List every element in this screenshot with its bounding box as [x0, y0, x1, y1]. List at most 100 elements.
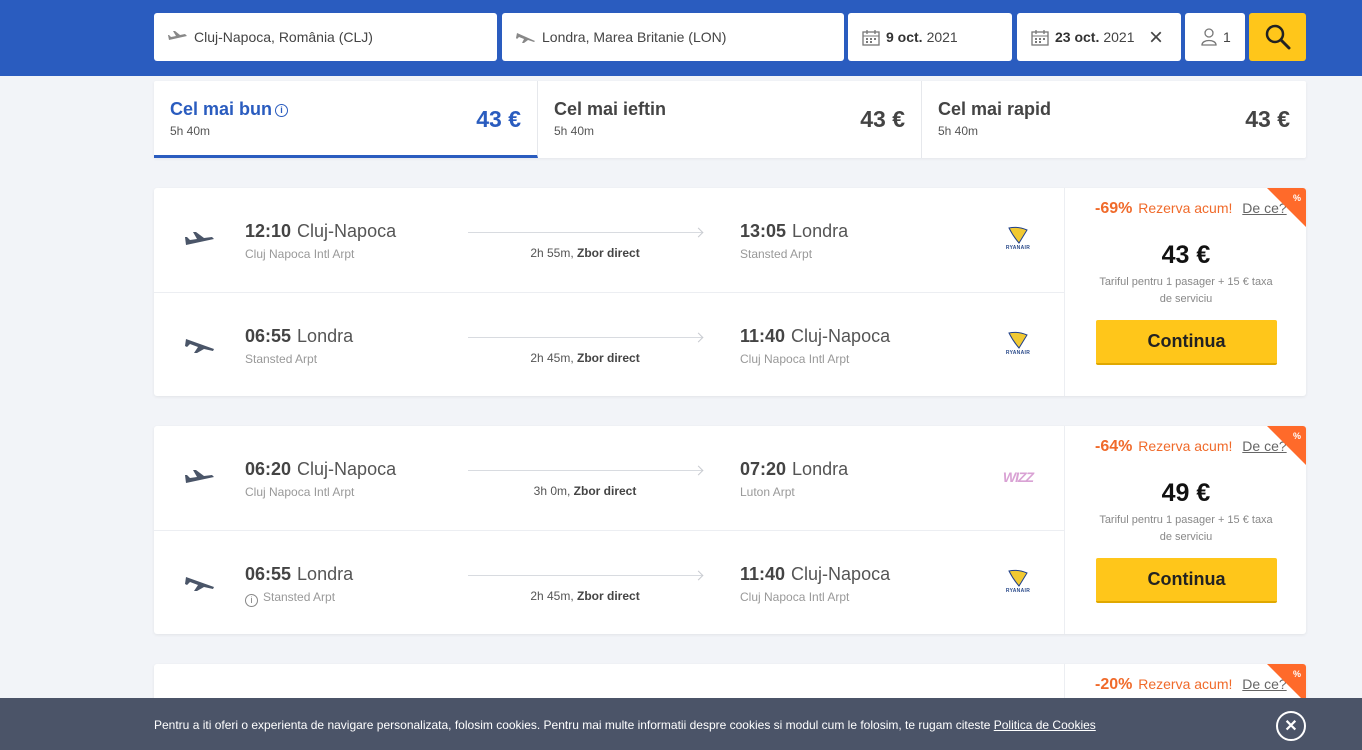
airline-name: RYANAIR [1005, 245, 1031, 251]
arrival-airport: Stansted Arpt [740, 247, 813, 261]
reserve-now-label: Rezerva acum! [1138, 200, 1233, 216]
arrival-airport: Cluj Napoca Intl Arpt [740, 352, 850, 366]
arrival-airport: Luton Arpt [740, 485, 795, 499]
destination-field[interactable]: Londra, Marea Britanie (LON) [502, 13, 844, 61]
route-arrow [468, 470, 702, 471]
dep-time-value: 06:20 [245, 459, 292, 479]
calendar-icon [1031, 29, 1049, 46]
person-icon [1201, 28, 1217, 46]
departure-time: 12:10 Cluj-Napoca [245, 221, 396, 242]
destination-value: Londra, Marea Britanie (LON) [542, 29, 727, 45]
arr-city: Londra [792, 459, 849, 479]
tab-best-title: Cel mai bun i [170, 99, 289, 120]
tab-cheapest-label: Cel mai ieftin [554, 99, 667, 119]
airline-logo: RYANAIR [1000, 569, 1036, 599]
return-leg: 06:55 Londra i Stansted Arpt 2h 45m, Zbor … [154, 530, 1064, 634]
discount-line: -20% Rezerva acum! De ce? [1095, 676, 1287, 694]
depart-date-field[interactable]: 9 oct. 2021 [848, 13, 1012, 61]
arrival-plane-icon [516, 31, 536, 43]
origin-value: Cluj-Napoca, România (CLJ) [194, 29, 373, 45]
flight-type: Zbor direct [577, 246, 640, 260]
flight-type: Zbor direct [573, 484, 637, 498]
wizz-logo: WIZZ [1002, 469, 1034, 485]
passenger-count: 1 [1223, 29, 1231, 45]
fare-note: Tariful pentru 1 pasager + 15 € taxa de … [1099, 514, 1273, 543]
search-header: Cluj-Napoca, România (CLJ) Londra, Marea… [0, 0, 1362, 76]
outbound-leg: 12:10 Cluj-Napoca Cluj Napoca Intl Arpt 2… [154, 188, 1064, 292]
departure-airport: Cluj Napoca Intl Arpt [245, 485, 355, 499]
departure-airport: Stansted Arpt [245, 352, 318, 366]
return-date-year: 2021 [1103, 29, 1135, 45]
depart-date-day: 9 oct. [886, 29, 923, 45]
arrival-plane-icon [185, 339, 214, 353]
arrival-time: 13:05 Londra [740, 221, 848, 242]
return-date-field[interactable]: 23 oct. 2021 × [1017, 13, 1181, 61]
cookie-message: Pentru a iti oferi o experienta de navig… [154, 718, 1096, 732]
discount-corner-badge: % [1267, 426, 1306, 466]
tab-cheapest[interactable]: Cel mai ieftin 5h 40m 43 € [538, 81, 922, 158]
ryanair-harp-icon [1008, 226, 1028, 244]
percent-icon: % [1292, 669, 1301, 679]
dep-city: Londra [297, 326, 354, 346]
tab-best-price: 43 € [476, 106, 521, 132]
arr-time-value: 13:05 [740, 221, 787, 241]
flight-duration: 2h 55m, Zbor direct [468, 246, 702, 260]
tab-best-label: Cel mai bun [170, 99, 273, 119]
departure-airport: Cluj Napoca Intl Arpt [245, 247, 355, 261]
reserve-now-label: Rezerva acum! [1138, 676, 1233, 692]
dep-time-value: 06:55 [245, 326, 292, 346]
departure-plane-icon [168, 31, 188, 43]
departure-plane-icon [185, 470, 214, 483]
duration-value: 2h 45m, [530, 351, 574, 365]
discount-percent: -64% [1095, 438, 1133, 455]
tab-fastest-price: 43 € [1245, 106, 1290, 132]
info-icon[interactable]: i [275, 103, 289, 117]
cookie-policy-link[interactable]: Politica de Cookies [994, 718, 1096, 732]
arr-city: Cluj-Napoca [791, 564, 891, 584]
flight-result-card: 12:10 Cluj-Napoca Cluj Napoca Intl Arpt 2… [154, 188, 1306, 396]
return-date-day: 23 oct. [1055, 29, 1100, 45]
tab-fastest[interactable]: Cel mai rapid 5h 40m 43 € [922, 81, 1306, 158]
tab-cheapest-duration: 5h 40m [554, 124, 595, 138]
sort-tabs: Cel mai bun i 5h 40m 43 € Cel mai ieftin … [154, 81, 1306, 158]
cookie-text: Pentru a iti oferi o experienta de navig… [154, 718, 994, 732]
total-price: 49 € [1161, 479, 1211, 507]
tab-fastest-label: Cel mai rapid [938, 99, 1052, 119]
duration-value: 3h 0m, [533, 484, 571, 498]
tab-cheapest-price: 43 € [860, 106, 905, 132]
arrival-time: 07:20 Londra [740, 459, 848, 480]
search-icon [1265, 24, 1290, 50]
passengers-field[interactable]: 1 [1185, 13, 1245, 61]
price-panel: -69% Rezerva acum! De ce? % 43 € Tariful… [1064, 188, 1306, 396]
return-leg: 06:55 Londra Stansted Arpt 2h 45m, Zbor d… [154, 292, 1064, 396]
origin-field[interactable]: Cluj-Napoca, România (CLJ) [154, 13, 497, 61]
continue-button[interactable]: Continua [1096, 558, 1277, 603]
flight-type: Zbor direct [577, 351, 640, 365]
arr-time-value: 11:40 [740, 564, 786, 584]
dep-city: Cluj-Napoca [297, 221, 397, 241]
duration-value: 2h 55m, [530, 246, 574, 260]
ryanair-harp-icon [1008, 331, 1028, 349]
reserve-now-label: Rezerva acum! [1138, 438, 1233, 454]
discount-percent: -20% [1095, 676, 1133, 693]
depart-date-year: 2021 [926, 29, 958, 45]
duration-value: 2h 45m, [530, 589, 574, 603]
ryanair-harp-icon [1008, 569, 1028, 587]
info-icon[interactable]: i [245, 593, 258, 607]
departure-time: 06:20 Cluj-Napoca [245, 459, 396, 480]
arr-time-value: 07:20 [740, 459, 787, 479]
search-button[interactable] [1249, 13, 1306, 61]
continue-button[interactable]: Continua [1096, 320, 1277, 365]
arr-time-value: 11:40 [740, 326, 786, 346]
close-icon[interactable]: ✕ [1276, 711, 1306, 741]
percent-icon: % [1292, 431, 1301, 441]
tab-best[interactable]: Cel mai bun i 5h 40m 43 € [154, 81, 538, 158]
arrival-time: 11:40 Cluj-Napoca [740, 326, 890, 347]
price-panel: -64% Rezerva acum! De ce? % 49 € Tariful… [1064, 426, 1306, 634]
clear-return-date-icon[interactable]: × [1149, 24, 1163, 52]
fare-note: Tariful pentru 1 pasager + 15 € taxa de … [1099, 276, 1273, 305]
flight-result-card: 06:20 Cluj-Napoca Cluj Napoca Intl Arpt 3… [154, 426, 1306, 634]
departure-time: 06:55 Londra [245, 326, 353, 347]
arrival-plane-icon [185, 577, 214, 591]
route-arrow [468, 232, 702, 233]
